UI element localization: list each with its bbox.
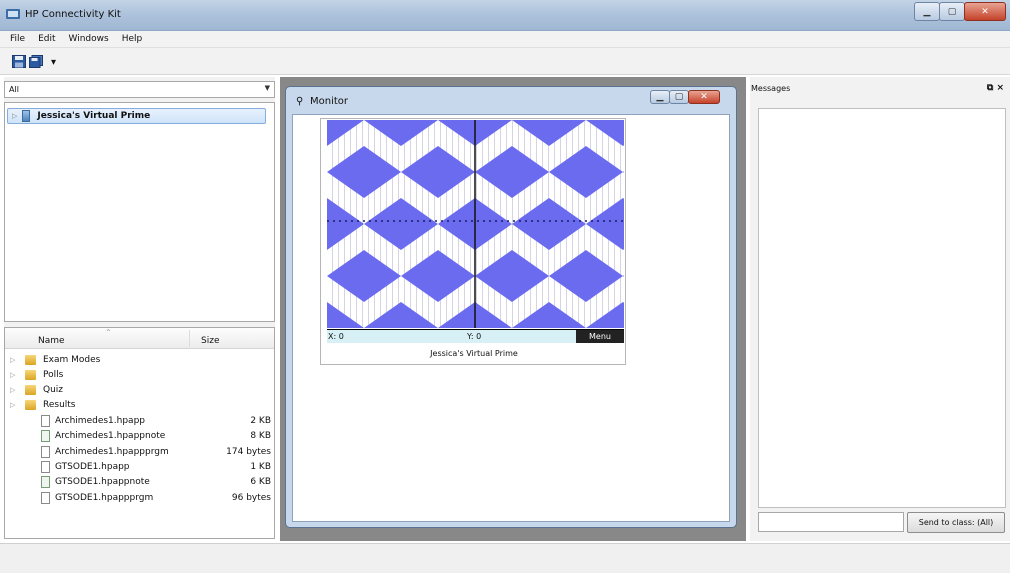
left-panel: All ▼ ▷ Jessica's Virtual Prime ⌃ Name S…: [4, 77, 275, 539]
folder-icon: [25, 399, 36, 410]
window-title: HP Connectivity Kit: [25, 9, 121, 20]
list-item-folder[interactable]: ▷ Polls: [5, 367, 274, 382]
column-header-size[interactable]: Size: [201, 336, 219, 346]
menu-edit[interactable]: Edit: [38, 34, 55, 44]
file-name: Archimedes1.hpapp: [55, 415, 145, 426]
x-coordinate-readout: X: 0: [328, 332, 344, 341]
file-size: 6 KB: [250, 476, 271, 487]
calculator-icon: [22, 110, 31, 122]
calculator-filter-value: All: [9, 85, 19, 94]
close-button[interactable]: ✕: [964, 2, 1006, 21]
file-size: 174 bytes: [226, 446, 271, 457]
monitor-client-area: X: 0 Y: 0 Menu Jessica's Virtual Prime: [292, 114, 730, 522]
column-header-name[interactable]: Name: [38, 336, 65, 346]
graph-display[interactable]: [327, 120, 624, 328]
app-icon: [6, 9, 20, 19]
file-name: GTSODE1.hpappnote: [55, 476, 150, 487]
expand-icon[interactable]: ▷: [10, 386, 15, 394]
list-item-file[interactable]: GTSODE1.hpappprgm 96 bytes: [5, 490, 274, 505]
save-all-icon[interactable]: [29, 55, 43, 68]
panel-float-close-icon[interactable]: ⧉ ×: [987, 83, 1004, 93]
sort-ascending-icon: ⌃: [105, 328, 112, 337]
monitor-minimize-button[interactable]: ▁: [650, 90, 670, 104]
folder-icon: [25, 384, 36, 395]
monitor-icon: ⚲: [296, 96, 304, 107]
file-size: 1 KB: [250, 461, 271, 472]
y-coordinate-readout: Y: 0: [467, 332, 482, 341]
file-icon: [41, 414, 50, 427]
file-size: 8 KB: [250, 430, 271, 441]
folder-icon: [25, 369, 36, 380]
menu-windows[interactable]: Windows: [69, 34, 109, 44]
monitor-device-label: Jessica's Virtual Prime: [430, 349, 518, 358]
file-icon: [41, 460, 50, 473]
content-list-header: ⌃ Name Size: [5, 328, 274, 349]
file-name: Archimedes1.hpappprgm: [55, 446, 169, 457]
tree-item-device[interactable]: ▷ Jessica's Virtual Prime: [7, 108, 266, 124]
list-item-file[interactable]: Archimedes1.hpappnote 8 KB: [5, 428, 274, 443]
note-file-icon: [41, 429, 50, 442]
monitor-window-controls: ▁ ▢ ✕: [650, 90, 720, 104]
note-file-icon: [41, 475, 50, 488]
column-divider[interactable]: [189, 330, 190, 347]
expand-icon[interactable]: ▷: [10, 401, 15, 409]
monitor-close-button[interactable]: ✕: [688, 90, 720, 104]
save-icon[interactable]: [12, 55, 26, 68]
maximize-button[interactable]: ▢: [939, 2, 965, 21]
folder-icon: [25, 354, 36, 365]
file-name: GTSODE1.hpappprgm: [55, 492, 154, 503]
menu-bar: File Edit Windows Help: [0, 31, 1010, 48]
graph-status-bar: X: 0 Y: 0 Menu: [327, 329, 624, 343]
calculator-screen: X: 0 Y: 0 Menu Jessica's Virtual Prime: [320, 118, 626, 365]
folder-name: Quiz: [43, 384, 64, 395]
window-controls: ▁ ▢ ✕: [914, 2, 1006, 21]
file-icon: [41, 445, 50, 458]
menu-help[interactable]: Help: [122, 34, 143, 44]
chevron-down-icon: ▼: [264, 84, 270, 92]
messages-panel: Messages ⧉ × Send to class: (All): [750, 77, 1010, 541]
file-size: 2 KB: [250, 415, 271, 426]
message-input[interactable]: [758, 512, 904, 532]
toolbar-overflow-dropdown[interactable]: ▾: [51, 57, 56, 68]
mdi-workspace: ⚲ Monitor ▁ ▢ ✕ X: 0 Y: 0 Menu Jessica's…: [280, 77, 746, 541]
list-item-folder[interactable]: ▷ Exam Modes: [5, 352, 274, 367]
send-to-class-button[interactable]: Send to class: (All): [907, 512, 1005, 533]
expand-icon[interactable]: ▷: [10, 371, 15, 379]
messages-list: [758, 108, 1006, 508]
list-item-file[interactable]: Archimedes1.hpapp 2 KB: [5, 413, 274, 428]
file-name: Archimedes1.hpappnote: [55, 430, 166, 441]
device-name-label: Jessica's Virtual Prime: [37, 111, 151, 121]
content-list: ⌃ Name Size ▷ Exam Modes ▷ Polls ▷ Quiz …: [4, 327, 275, 539]
title-bar: HP Connectivity Kit ▁ ▢ ✕: [0, 0, 1010, 31]
calculator-filter-select[interactable]: All ▼: [4, 81, 275, 98]
expand-icon[interactable]: ▷: [12, 112, 17, 120]
folder-name: Polls: [43, 369, 64, 380]
monitor-maximize-button[interactable]: ▢: [669, 90, 689, 104]
monitor-window: ⚲ Monitor ▁ ▢ ✕ X: 0 Y: 0 Menu Jessica's…: [285, 86, 737, 528]
list-item-folder[interactable]: ▷ Results: [5, 397, 274, 412]
list-item-file[interactable]: Archimedes1.hpappprgm 174 bytes: [5, 444, 274, 459]
menu-file[interactable]: File: [10, 34, 25, 44]
monitor-window-title: Monitor: [310, 96, 349, 107]
messages-title: Messages: [751, 84, 791, 93]
calculator-tree: ▷ Jessica's Virtual Prime: [4, 102, 275, 322]
list-item-file[interactable]: GTSODE1.hpapp 1 KB: [5, 459, 274, 474]
folder-name: Exam Modes: [43, 354, 101, 365]
list-item-folder[interactable]: ▷ Quiz: [5, 382, 274, 397]
minimize-button[interactable]: ▁: [914, 2, 940, 21]
toolbar: ▾: [0, 48, 1010, 75]
file-icon: [41, 491, 50, 504]
calculator-menu-button[interactable]: Menu: [576, 330, 624, 343]
list-item-file[interactable]: GTSODE1.hpappnote 6 KB: [5, 474, 274, 489]
expand-icon[interactable]: ▷: [10, 356, 15, 364]
file-name: GTSODE1.hpapp: [55, 461, 130, 472]
file-size: 96 bytes: [231, 492, 271, 503]
folder-name: Results: [43, 399, 76, 410]
status-bar: [0, 543, 1010, 573]
